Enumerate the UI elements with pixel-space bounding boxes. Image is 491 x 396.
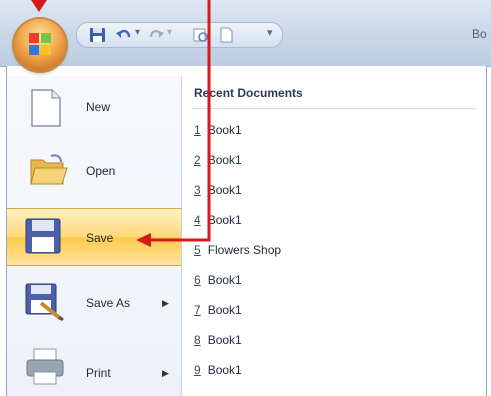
recent-document-item[interactable]: 4 Book1 — [194, 213, 242, 227]
printer-icon — [26, 348, 64, 385]
recent-document-item[interactable]: 3 Book1 — [194, 183, 242, 197]
redo-icon[interactable] — [147, 27, 165, 43]
menu-item-save[interactable]: Save — [7, 208, 181, 266]
quick-access-toolbar: ▾ ▾ ▾ — [76, 22, 283, 48]
undo-dropdown-icon[interactable]: ▾ — [135, 27, 140, 38]
recent-document-item[interactable]: 7 Book1 — [194, 303, 242, 317]
window-title: Bo — [472, 27, 487, 41]
menu-item-label: Save As — [86, 296, 131, 310]
office-menu: New Open Save Save As ▶ Print ▶ Recent D… — [6, 66, 487, 396]
office-button[interactable] — [14, 19, 66, 71]
recent-document-item[interactable]: 9 Book1 — [194, 363, 242, 377]
save-icon[interactable] — [89, 27, 107, 43]
menu-item-new[interactable]: New — [7, 78, 181, 136]
menu-commands-pane: New Open Save Save As ▶ Print ▶ — [7, 76, 182, 396]
submenu-arrow-icon: ▶ — [162, 298, 169, 308]
title-bar: ▾ ▾ ▾ Bo — [0, 0, 491, 67]
recent-document-item[interactable]: 6 Book1 — [194, 273, 242, 287]
recent-document-item[interactable]: 5 Flowers Shop — [194, 243, 281, 257]
blank-document-icon — [31, 89, 61, 127]
save-as-icon — [25, 283, 64, 321]
recent-document-item[interactable]: 8 Book1 — [194, 333, 242, 347]
menu-item-print[interactable]: Print ▶ — [7, 336, 181, 394]
submenu-arrow-icon: ▶ — [162, 368, 169, 378]
menu-item-label: Save — [86, 231, 114, 245]
menu-item-open[interactable]: Open — [7, 142, 181, 200]
menu-item-save-as[interactable]: Save As ▶ — [7, 272, 181, 330]
office-logo-icon — [29, 33, 51, 55]
customize-toolbar-icon[interactable]: ▾ — [267, 26, 273, 39]
menu-item-label: Print — [86, 366, 111, 380]
new-document-icon[interactable] — [217, 27, 235, 43]
recent-document-item[interactable]: 2 Book1 — [194, 153, 242, 167]
undo-icon[interactable] — [115, 27, 133, 43]
print-preview-icon[interactable] — [192, 27, 210, 43]
floppy-disk-icon — [25, 218, 61, 254]
menu-item-label: New — [86, 100, 111, 114]
divider — [192, 108, 476, 109]
open-folder-icon — [30, 154, 68, 185]
recent-documents-pane: Recent Documents 1 Book1 2 Book1 3 Book1 4B… — [182, 76, 486, 396]
menu-item-label: Open — [86, 164, 116, 178]
redo-dropdown-icon[interactable]: ▾ — [167, 27, 172, 38]
recent-document-item[interactable]: 1 Book1 — [194, 123, 242, 137]
recent-documents-heading: Recent Documents — [194, 86, 303, 100]
